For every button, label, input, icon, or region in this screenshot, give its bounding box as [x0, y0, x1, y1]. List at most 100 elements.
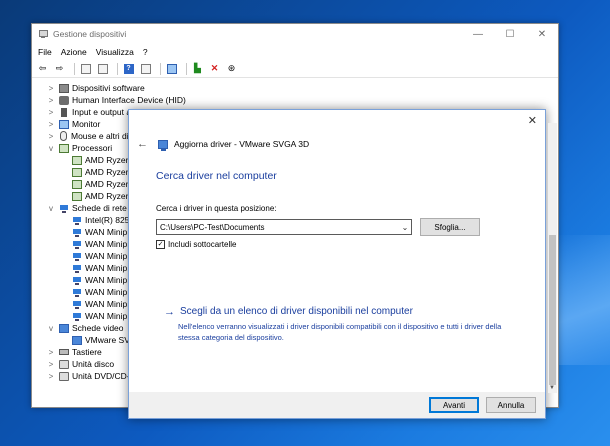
- properties-icon[interactable]: [96, 63, 109, 75]
- menu-azione[interactable]: Azione: [61, 47, 87, 57]
- browse-button[interactable]: Sfoglia...: [420, 218, 480, 236]
- desktop-background: [550, 235, 610, 365]
- menu-visualizza[interactable]: Visualizza: [96, 47, 134, 57]
- tree-item[interactable]: v Schede video: [46, 322, 124, 334]
- tree-item[interactable]: WAN Minip: [72, 250, 127, 262]
- keyboard-icon: [59, 349, 69, 355]
- network-icon: [72, 275, 82, 285]
- menu-help[interactable]: ?: [143, 47, 148, 57]
- tree-item[interactable]: WAN Minip: [72, 286, 127, 298]
- display-adapter-icon: [72, 335, 82, 345]
- display-adapter-icon: [158, 139, 168, 151]
- toolbar-separator: [160, 62, 161, 75]
- update-driver-icon[interactable]: ▙: [191, 63, 204, 75]
- tree-item[interactable]: v Processori: [46, 142, 112, 154]
- tree-item[interactable]: WAN Minip: [72, 262, 127, 274]
- network-icon: [72, 215, 82, 225]
- tree-item[interactable]: > Human Interface Device (HID): [46, 94, 186, 106]
- close-button[interactable]: ✕: [526, 29, 558, 40]
- processor-icon: [72, 155, 82, 165]
- tree-item[interactable]: AMD Ryzen: [72, 190, 130, 202]
- tree-item[interactable]: v Schede di rete: [46, 202, 127, 214]
- dialog-header: ← Aggiorna driver - VMware SVGA 3D: [137, 137, 309, 151]
- network-icon: [72, 227, 82, 237]
- hid-icon: [59, 95, 69, 105]
- processor-icon: [72, 179, 82, 189]
- toolbar-separator: [186, 62, 187, 75]
- network-icon: [72, 299, 82, 309]
- scroll-down-icon[interactable]: ▼: [549, 385, 555, 391]
- toolbar-separator: [74, 62, 75, 75]
- processor-icon: [72, 191, 82, 201]
- path-combobox[interactable]: C:\Users\PC-Test\Documents ⌄: [156, 219, 412, 235]
- tree-item[interactable]: AMD Ryzen: [72, 154, 130, 166]
- tree-item[interactable]: WAN Minip: [72, 238, 127, 250]
- show-hide-console-icon[interactable]: [79, 63, 92, 75]
- toolbar-separator: [117, 62, 118, 75]
- update-driver-dialog: ✕ ← Aggiorna driver - VMware SVGA 3D Cer…: [128, 109, 546, 419]
- back-arrow-icon[interactable]: ⇦: [36, 63, 49, 75]
- include-subfolders-checkbox[interactable]: ✓: [156, 240, 165, 249]
- arrow-right-icon: →: [164, 306, 175, 318]
- dialog-title: Aggiorna driver - VMware SVGA 3D: [174, 139, 310, 149]
- chip-icon: [59, 83, 69, 93]
- tree-item[interactable]: > Monitor: [46, 118, 101, 130]
- processor-icon: [72, 167, 82, 177]
- path-label: Cerca i driver in questa posizione:: [156, 204, 277, 213]
- monitor-icon: [59, 119, 69, 129]
- network-icon: [72, 311, 82, 321]
- menu-bar: File Azione Visualizza ?: [32, 44, 558, 60]
- dvd-icon: [59, 371, 69, 381]
- path-input[interactable]: C:\Users\PC-Test\Documents: [160, 223, 399, 232]
- processor-icon: [59, 143, 69, 153]
- tree-item[interactable]: > Dispositivi software: [46, 82, 145, 94]
- tree-item[interactable]: > Mouse e altri di: [46, 130, 129, 142]
- network-icon: [72, 287, 82, 297]
- minimize-button[interactable]: —: [462, 29, 494, 40]
- tree-item[interactable]: Intel(R) 825: [72, 214, 129, 226]
- speaker-icon: [61, 107, 67, 117]
- chevron-down-icon[interactable]: ⌄: [399, 223, 411, 232]
- forward-arrow-icon[interactable]: ⇨: [53, 63, 66, 75]
- network-icon: [72, 251, 82, 261]
- menu-file[interactable]: File: [38, 47, 52, 57]
- tree-scrollbar[interactable]: ▼: [548, 123, 557, 393]
- help-icon[interactable]: ?: [122, 63, 135, 75]
- back-arrow-icon[interactable]: ←: [137, 138, 148, 150]
- pick-driver-title[interactable]: Scegli da un elenco di driver disponibil…: [180, 306, 413, 318]
- tree-item[interactable]: WAN Minip: [72, 310, 127, 322]
- disk-icon: [59, 359, 69, 369]
- window-title: Gestione dispositivi: [53, 29, 127, 39]
- uninstall-icon[interactable]: ✕: [208, 63, 221, 75]
- pick-driver-link[interactable]: → Scegli da un elenco di driver disponib…: [164, 306, 413, 318]
- scan-hardware-icon[interactable]: [165, 63, 178, 75]
- pick-driver-description: Nell'elenco verranno visualizzati i driv…: [178, 322, 502, 342]
- title-bar: Gestione dispositivi — ☐ ✕: [32, 24, 558, 44]
- tree-item[interactable]: > Tastiere: [46, 346, 102, 358]
- device-manager-icon: [38, 29, 48, 39]
- tree-item[interactable]: AMD Ryzen: [72, 166, 130, 178]
- tree-item[interactable]: > Unità disco: [46, 358, 114, 370]
- tree-item[interactable]: AMD Ryzen: [72, 178, 130, 190]
- mouse-icon: [60, 131, 67, 141]
- dialog-close-button[interactable]: ✕: [528, 114, 537, 127]
- display-adapter-icon: [59, 323, 69, 333]
- next-button[interactable]: Avanti: [429, 397, 479, 413]
- tree-item[interactable]: WAN Minip: [72, 274, 127, 286]
- tree-item[interactable]: > Unità DVD/CD-: [46, 370, 130, 382]
- tree-item[interactable]: VMware SVG: [72, 334, 137, 346]
- cancel-button[interactable]: Annulla: [486, 397, 536, 413]
- tree-item[interactable]: WAN Minip: [72, 298, 127, 310]
- include-subfolders[interactable]: ✓ Includi sottocartelle: [156, 240, 236, 249]
- network-icon: [59, 203, 69, 213]
- scrollbar-thumb[interactable]: [549, 235, 556, 385]
- dialog-footer: Avanti Annulla: [129, 392, 545, 418]
- details-icon[interactable]: [139, 63, 152, 75]
- tree-item[interactable]: WAN Minip: [72, 226, 127, 238]
- toolbar: ⇦ ⇨ ? ▙ ✕ ⊛: [32, 60, 558, 78]
- dialog-heading: Cerca driver nel computer: [156, 170, 277, 182]
- download-icon[interactable]: ⊛: [225, 63, 238, 75]
- include-subfolders-label: Includi sottocartelle: [168, 240, 237, 249]
- maximize-button[interactable]: ☐: [494, 29, 526, 40]
- network-icon: [72, 239, 82, 249]
